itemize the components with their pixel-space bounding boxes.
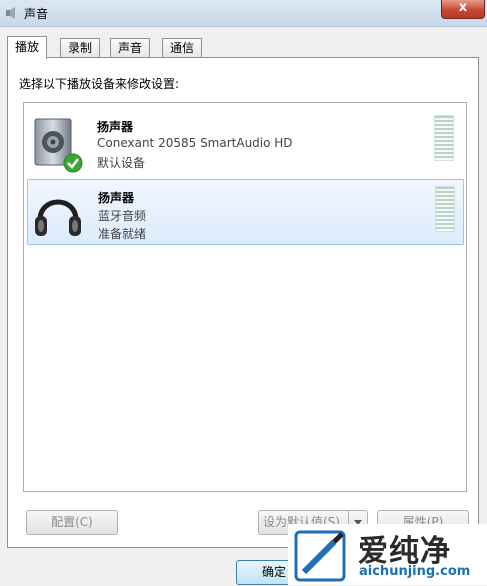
speaker-icon [6,7,15,19]
watermark-url: aichunjing.com [359,564,471,579]
device-status: 准备就绪 [98,227,147,241]
device-item-speakers[interactable]: 扬声器 Conexant 20585 SmartAudio HD 默认设备 [27,109,462,173]
window-title: 声音 [24,7,49,21]
device-item-bluetooth-speakers[interactable]: 扬声器 蓝牙音频 准备就绪 [27,179,464,245]
volume-level-meter [435,186,455,232]
device-status: 默认设备 [97,156,146,170]
watermark: 爱纯净 aichunjing.com [288,524,487,585]
device-description: Conexant 20585 SmartAudio HD [97,136,293,150]
device-description: 蓝牙音频 [98,209,147,223]
watermark-logo-icon [294,530,346,582]
headphones-icon [35,199,81,236]
tab-communications[interactable]: 通信 [162,38,203,57]
close-button[interactable]: x [441,0,485,19]
device-list[interactable]: 扬声器 Conexant 20585 SmartAudio HD 默认设备 扬声… [23,102,467,492]
device-name: 扬声器 [98,191,135,205]
tab-sounds[interactable]: 声音 [110,38,151,57]
volume-level-meter [434,115,454,161]
configure-button[interactable]: 配置(C) [26,510,118,535]
default-check-icon [63,153,83,173]
device-name: 扬声器 [97,120,134,134]
tab-playback[interactable]: 播放 [7,36,48,59]
title-bar: 声音 x [0,0,487,26]
tab-recording[interactable]: 录制 [60,38,101,57]
instruction-text: 选择以下播放设备来修改设置: [19,77,180,91]
